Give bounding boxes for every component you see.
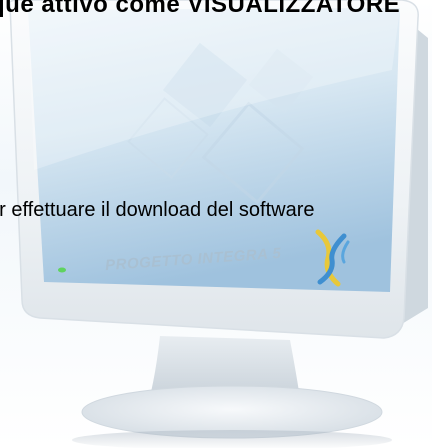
monitor-stand-shadow (72, 430, 392, 448)
monitor-illustration (8, 0, 428, 448)
power-led-icon (58, 267, 66, 273)
monitor-scene: PROGETTO INTEGRA 5 que attivo come VISUA… (0, 0, 432, 448)
banner-heading: que attivo come VISUALIZZATORE (0, 0, 401, 18)
download-instruction-text: er effettuare il download del software (0, 199, 315, 221)
